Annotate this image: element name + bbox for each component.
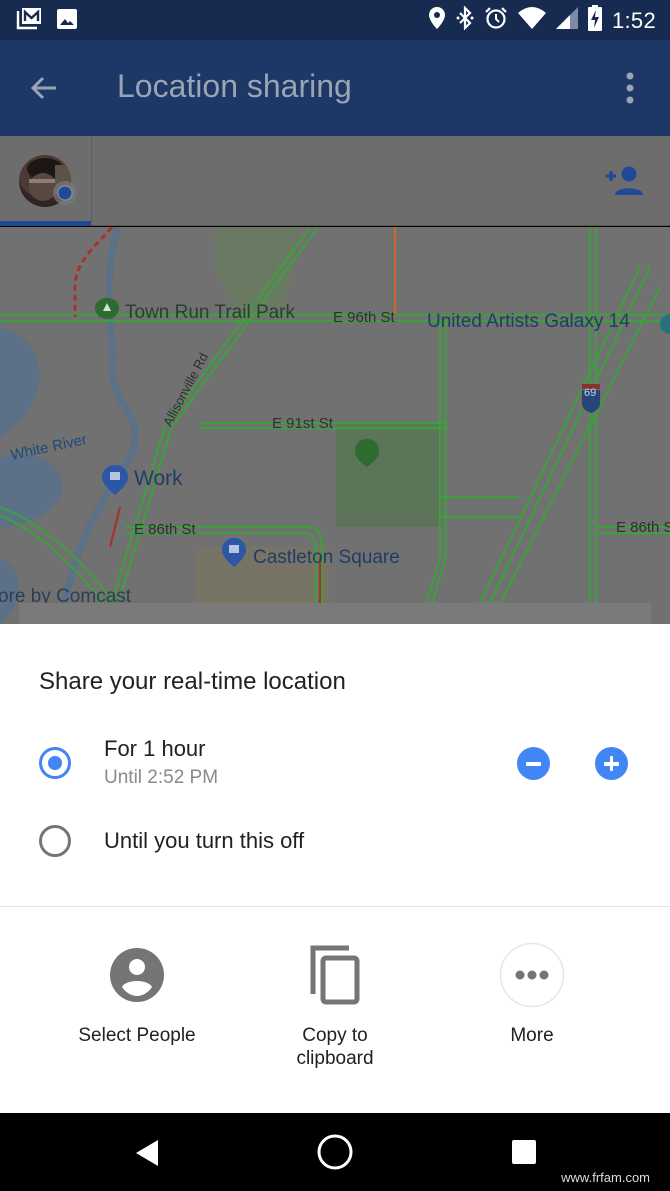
map-traffic-heavy-2	[108, 506, 122, 548]
status-time: 1:52	[611, 7, 656, 33]
option-label-1-hour[interactable]: For 1 hour	[104, 736, 206, 762]
select-people-button[interactable]: Select People	[37, 944, 237, 1047]
share-location-sheet: Share your real-time location For 1 hour…	[0, 624, 670, 1113]
option-sublabel-until-time: Until 2:52 PM	[104, 767, 219, 788]
info-pin-icon	[660, 314, 670, 334]
image-icon	[56, 8, 78, 35]
alarm-icon	[484, 6, 508, 35]
battery-charging-icon	[587, 5, 602, 36]
location-dot-icon	[52, 180, 78, 211]
decrease-duration-button[interactable]	[517, 747, 550, 780]
select-people-label: Select People	[78, 1025, 196, 1046]
page-title: Location sharing	[117, 68, 352, 104]
more-horiz-icon	[499, 942, 565, 1013]
bluetooth-icon	[456, 5, 474, 35]
map-label-e86th-left: E 86th St	[134, 521, 196, 538]
person-add-icon[interactable]	[604, 165, 644, 200]
increase-duration-button[interactable]	[595, 747, 628, 780]
copy-icon	[307, 944, 363, 1011]
more-label: More	[510, 1025, 554, 1046]
wifi-icon	[517, 7, 546, 34]
people-tab-strip	[0, 136, 670, 226]
map-lake-2	[0, 454, 62, 527]
option-label-until-off[interactable]: Until you turn this off	[104, 828, 304, 854]
map-label-interstate: 69	[584, 387, 597, 399]
nav-back-icon[interactable]	[134, 1138, 160, 1173]
map-label-e86th-right: E 86th St	[616, 519, 670, 536]
map-label-e96th: E 96th St	[333, 309, 395, 326]
gmail-icon	[16, 7, 42, 36]
map-label-theater: United Artists Galaxy 14	[427, 311, 630, 332]
selected-tab-indicator	[0, 221, 91, 226]
radio-until-turn-off[interactable]	[39, 825, 71, 857]
cell-signal-icon	[555, 7, 578, 34]
location-icon	[428, 6, 446, 35]
map-label-park: Town Run Trail Park	[125, 302, 296, 323]
copy-to-clipboard-label: Copy to clipboard	[296, 1025, 374, 1069]
tab-divider	[91, 136, 92, 226]
map-label-e91st: E 91st St	[272, 415, 333, 432]
map-lake-1	[0, 327, 40, 437]
nav-home-icon[interactable]	[316, 1133, 354, 1176]
arrow-back-icon[interactable]	[26, 70, 62, 111]
map-label-castleton: Castleton Square	[253, 547, 400, 568]
map-golf-area	[336, 423, 442, 527]
map-label-work: Work	[134, 467, 183, 490]
radio-for-1-hour[interactable]	[39, 747, 71, 779]
more-vert-icon[interactable]	[624, 70, 636, 111]
sheet-divider	[0, 906, 670, 907]
status-bar: 1:52	[0, 0, 670, 40]
more-share-button[interactable]: More	[432, 942, 632, 1047]
app-bar: Location sharing	[0, 40, 670, 136]
minus-icon	[526, 762, 541, 766]
map-card-peek	[19, 603, 651, 624]
nav-recents-icon[interactable]	[511, 1139, 537, 1170]
sheet-title: Share your real-time location	[39, 668, 346, 695]
watermark: www.frfam.com	[561, 1170, 650, 1185]
account-circle-icon	[109, 947, 165, 1008]
system-nav-bar: www.frfam.com	[0, 1113, 670, 1191]
copy-to-clipboard-button[interactable]: Copy to clipboard	[235, 944, 435, 1070]
map[interactable]: Town Run Trail Park E 96th St United Art…	[0, 227, 670, 624]
